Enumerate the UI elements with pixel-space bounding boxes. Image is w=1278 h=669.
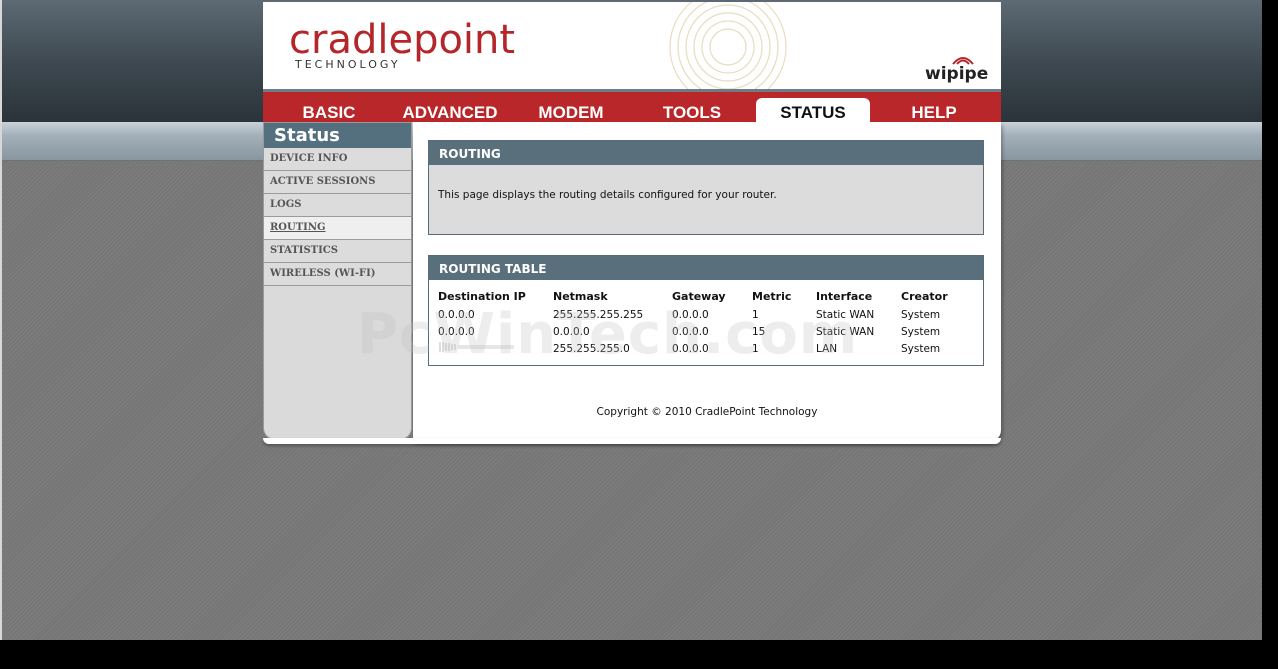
table-cell: 0.0.0.0: [438, 325, 475, 338]
table-cell: 255.255.255.0: [553, 342, 630, 355]
sidebar-title: Status: [264, 123, 411, 148]
column-header: Gateway: [672, 289, 726, 303]
left-frame-edge: [0, 0, 2, 640]
right-frame-edge: [1262, 0, 1278, 640]
routing-description: This page displays the routing details c…: [438, 189, 777, 201]
table-cell: 0.0.0.0: [553, 325, 590, 338]
tab-status[interactable]: STATUS: [756, 98, 870, 125]
column-header: Interface: [816, 289, 873, 303]
routing-panel-title: ROUTING: [429, 141, 983, 165]
routing-table-title: ROUTING TABLE: [429, 256, 983, 280]
table-cell: Static WAN: [816, 308, 875, 321]
page-header: cradlepoint TECHNOLOGY wipipe: [263, 2, 1001, 89]
table-cell: 255.255.255.255: [553, 308, 644, 321]
table-cell-redacted: [438, 340, 553, 357]
table-cell: LAN: [816, 342, 838, 355]
logo-subtitle: TECHNOLOGY: [295, 58, 401, 71]
column-header: Metric: [752, 289, 792, 303]
table-cell: 1: [752, 308, 759, 321]
column-header: Netmask: [553, 289, 608, 303]
wipipe-logo: wipipe: [925, 64, 989, 84]
sidebar-item-wireless[interactable]: WIRELESS (WI-FI): [264, 263, 411, 286]
redacted-blur-icon: [439, 342, 514, 352]
cradlepoint-logo: cradlepoint: [289, 17, 516, 63]
main-nav: BASIC ADVANCED MODEM TOOLS STATUS HELP: [263, 89, 1001, 125]
table-header-row: Destination IP Netmask Gateway Metric In…: [438, 286, 971, 306]
table-cell: System: [901, 308, 941, 321]
table-cell: 0.0.0.0: [438, 308, 475, 321]
main-content: ROUTING This page displays the routing d…: [413, 122, 1001, 442]
column-header: Creator: [901, 289, 948, 303]
table-cell: 0.0.0.0: [672, 342, 709, 355]
logo-arcs-icon: [669, 2, 787, 89]
sidebar: Status DEVICE INFO ACTIVE SESSIONS LOGS …: [263, 122, 412, 440]
table-cell: System: [901, 342, 941, 355]
page-bottom-edge: [263, 438, 1001, 444]
table-cell: System: [901, 325, 941, 338]
routing-table: Destination IP Netmask Gateway Metric In…: [438, 286, 971, 357]
sidebar-item-active-sessions[interactable]: ACTIVE SESSIONS: [264, 171, 411, 194]
copyright-text: Copyright © 2010 CradlePoint Technology: [596, 406, 818, 418]
sidebar-item-device-info[interactable]: DEVICE INFO: [264, 148, 411, 171]
table-cell: Static WAN: [816, 325, 875, 338]
table-cell: 0.0.0.0: [672, 325, 709, 338]
table-cell: 15: [752, 325, 766, 338]
table-cell: 0.0.0.0: [672, 308, 709, 321]
sidebar-item-statistics[interactable]: STATISTICS: [264, 240, 411, 263]
column-header: Destination IP: [438, 289, 526, 303]
sidebar-item-routing[interactable]: ROUTING: [264, 217, 411, 240]
table-row: 255.255.255.0 0.0.0.0 1 LAN System: [438, 340, 971, 357]
routing-table-panel: ROUTING TABLE Destination IP Netmask Gat…: [428, 255, 984, 366]
table-cell: 1: [752, 342, 759, 355]
table-row: 0.0.0.0 255.255.255.255 0.0.0.0 1 Static…: [438, 306, 971, 323]
browser-viewport: cradlepoint TECHNOLOGY wipipe BASIC ADVA…: [0, 0, 1278, 640]
sidebar-item-logs[interactable]: LOGS: [264, 194, 411, 217]
routing-panel: ROUTING This page displays the routing d…: [428, 140, 984, 235]
table-row: 0.0.0.0 0.0.0.0 0.0.0.0 15 Static WAN Sy…: [438, 323, 971, 340]
